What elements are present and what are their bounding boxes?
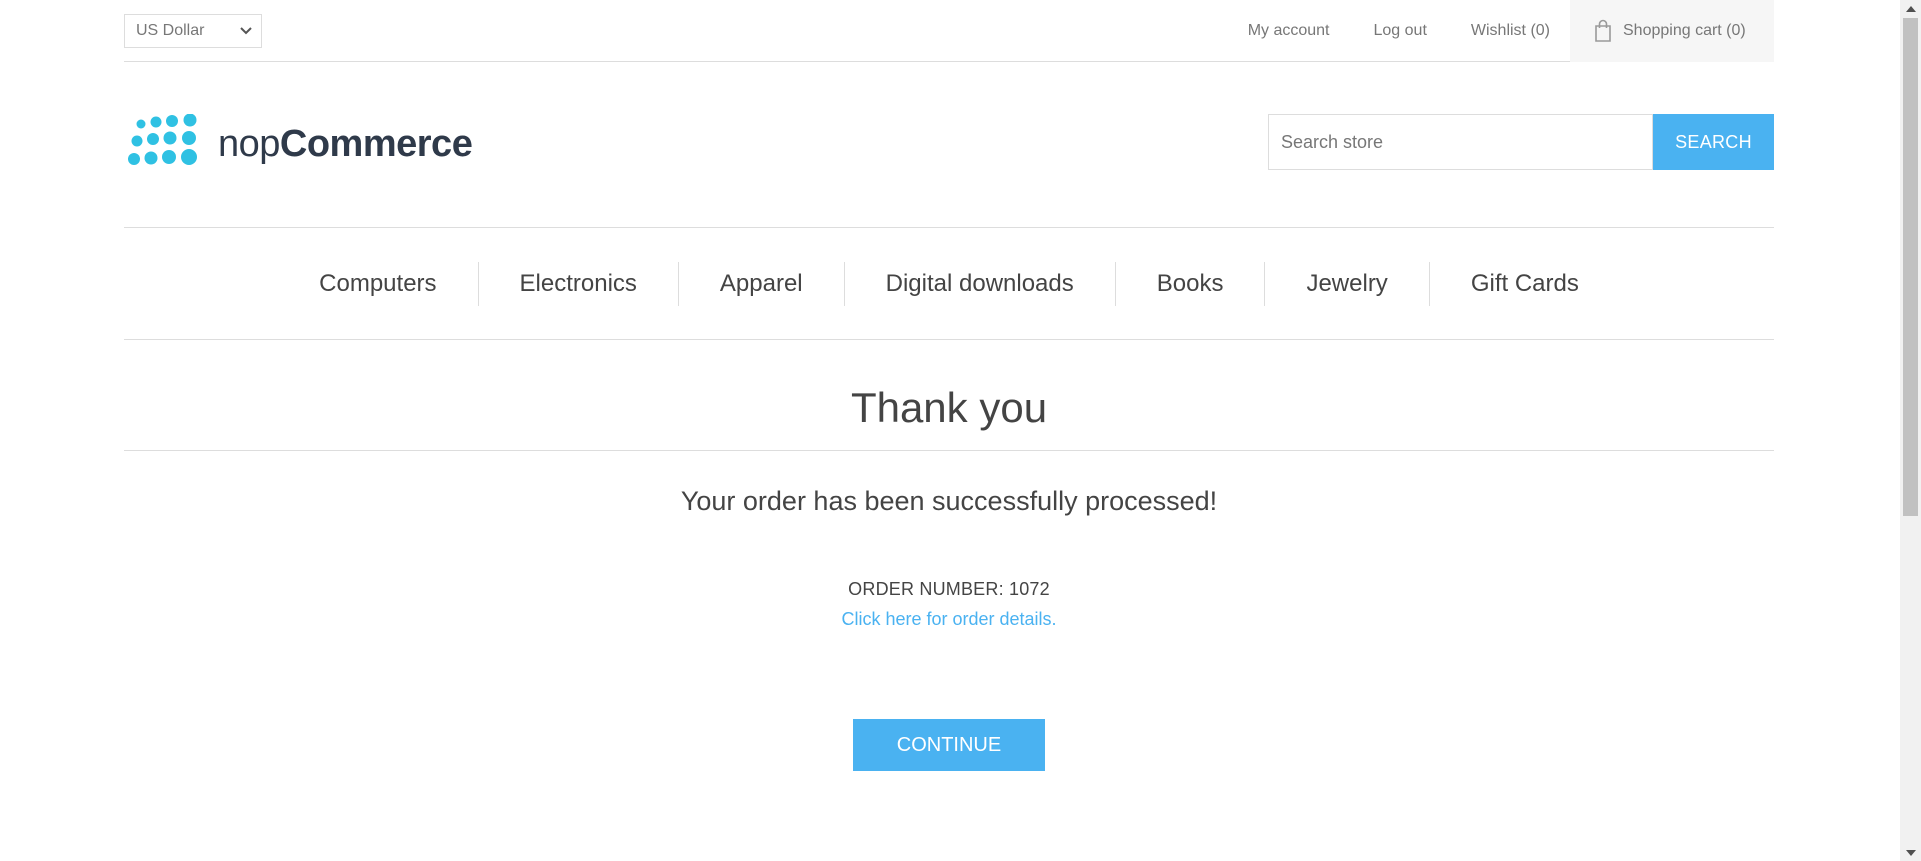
chevron-down-icon [240,27,252,35]
currency-select[interactable]: US Dollar [124,14,262,48]
menu-item-electronics[interactable]: Electronics [479,262,678,306]
logo-text-light: nop [218,123,280,165]
continue-button[interactable]: CONTINUE [853,719,1045,771]
header-links: My account Log out Wishlist (0) Shopping… [1248,0,1774,62]
shopping-cart-link[interactable]: Shopping cart (0) [1570,0,1774,62]
browser-viewport: US Dollar My account Log out Wishlist (0… [0,0,1921,861]
header-lower: nopCommerce SEARCH [124,62,1774,228]
menu-item-apparel[interactable]: Apparel [679,262,844,306]
shopping-bag-icon [1595,19,1611,42]
store-logo[interactable]: nopCommerce [126,114,473,174]
logo-text-bold: Commerce [279,123,473,165]
my-account-link[interactable]: My account [1248,0,1330,62]
wishlist-link[interactable]: Wishlist (0) [1471,0,1550,62]
scrollbar-thumb[interactable] [1903,18,1918,516]
vertical-scrollbar[interactable] [1900,0,1921,861]
page: US Dollar My account Log out Wishlist (0… [124,0,1774,771]
search-button[interactable]: SEARCH [1653,114,1774,170]
scroll-up-arrow-icon[interactable] [1900,0,1921,17]
top-menu: Computers Electronics Apparel Digital do… [124,228,1774,340]
shopping-cart-label: Shopping cart (0) [1623,22,1746,39]
order-details-link[interactable]: Click here for order details. [841,609,1056,629]
search-input[interactable] [1268,114,1653,170]
logo-wordmark: nopCommerce [218,123,473,165]
page-title: Thank you [850,384,1048,431]
log-out-link[interactable]: Log out [1374,0,1427,62]
search-box: SEARCH [1268,114,1774,170]
dot-grid-logo-icon [128,114,197,165]
continue-wrap: CONTINUE [124,719,1774,771]
menu-item-computers[interactable]: Computers [278,262,477,306]
page-title-bar: Thank you [124,340,1774,451]
order-success-message: Your order has been successfully process… [680,486,1218,516]
menu-item-digital-downloads[interactable]: Digital downloads [845,262,1115,306]
scroll-down-arrow-icon[interactable] [1900,844,1921,861]
order-details-link-wrap: Click here for order details. [124,609,1774,630]
menu-item-jewelry[interactable]: Jewelry [1265,262,1428,306]
menu-item-gift-cards[interactable]: Gift Cards [1430,262,1620,306]
header-upper: US Dollar My account Log out Wishlist (0… [124,0,1774,62]
menu-item-books[interactable]: Books [1116,262,1265,306]
order-number: ORDER NUMBER: 1072 [848,579,1050,599]
currency-selected-value: US Dollar [136,22,205,39]
